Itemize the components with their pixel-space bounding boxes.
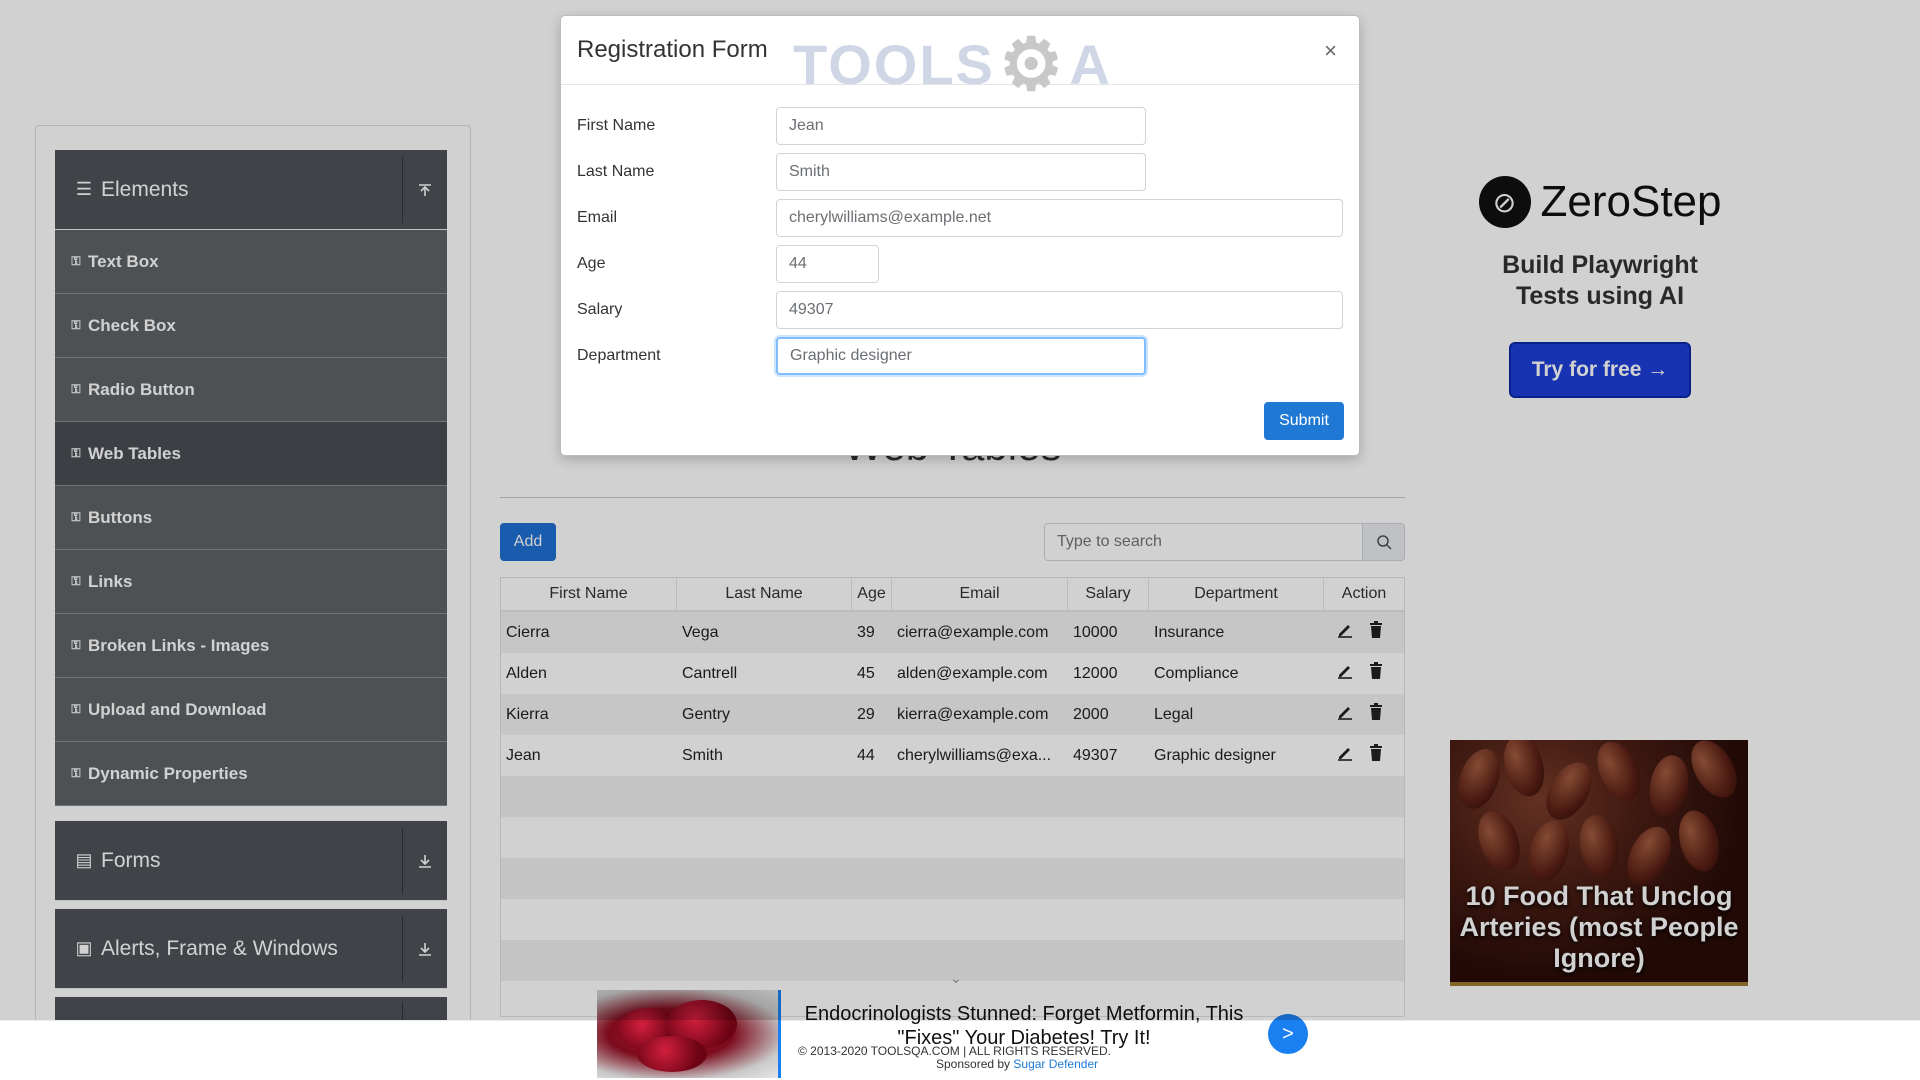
submit-button[interactable]: Submit bbox=[1264, 402, 1344, 440]
age-label: Age bbox=[577, 255, 606, 272]
department-field[interactable] bbox=[776, 337, 1146, 375]
last-name-field[interactable] bbox=[776, 153, 1146, 191]
email-field[interactable] bbox=[776, 199, 1343, 237]
banner-next-button[interactable]: > bbox=[1268, 1014, 1308, 1054]
sponsor-link[interactable]: Sugar Defender bbox=[1013, 1057, 1098, 1071]
modal-header: Registration Form TOOLS ⚙ A × bbox=[561, 16, 1359, 105]
toolsqa-logo: TOOLS ⚙ A bbox=[793, 22, 1112, 106]
last-name-row: Last Name bbox=[577, 153, 1146, 191]
gear-icon: ⚙ bbox=[998, 25, 1066, 105]
salary-row: Salary bbox=[577, 291, 1343, 329]
registration-modal: Registration Form TOOLS ⚙ A × First Name… bbox=[560, 15, 1360, 456]
copyright-text: © 2013-2020 TOOLSQA.COM | ALL RIGHTS RES… bbox=[798, 1044, 1111, 1058]
first-name-label: First Name bbox=[577, 117, 656, 134]
first-name-field[interactable] bbox=[776, 107, 1146, 145]
first-name-row: First Name bbox=[577, 107, 1146, 145]
last-name-label: Last Name bbox=[577, 163, 655, 180]
close-icon[interactable]: × bbox=[1324, 38, 1337, 64]
modal-title: Registration Form bbox=[577, 36, 768, 63]
sponsored-prefix: Sponsored by bbox=[936, 1057, 1011, 1071]
department-label: Department bbox=[577, 347, 661, 364]
email-row: Email bbox=[577, 199, 1343, 237]
logo-text-right: A bbox=[1069, 32, 1112, 96]
department-row: Department bbox=[577, 337, 1146, 375]
age-field[interactable] bbox=[776, 245, 879, 283]
age-row: Age bbox=[577, 245, 879, 283]
sponsored-by: Sponsored by Sugar Defender bbox=[936, 1057, 1098, 1071]
salary-label: Salary bbox=[577, 301, 623, 318]
salary-field[interactable] bbox=[776, 291, 1343, 329]
email-label: Email bbox=[577, 209, 618, 226]
logo-text-left: TOOLS bbox=[793, 32, 995, 96]
